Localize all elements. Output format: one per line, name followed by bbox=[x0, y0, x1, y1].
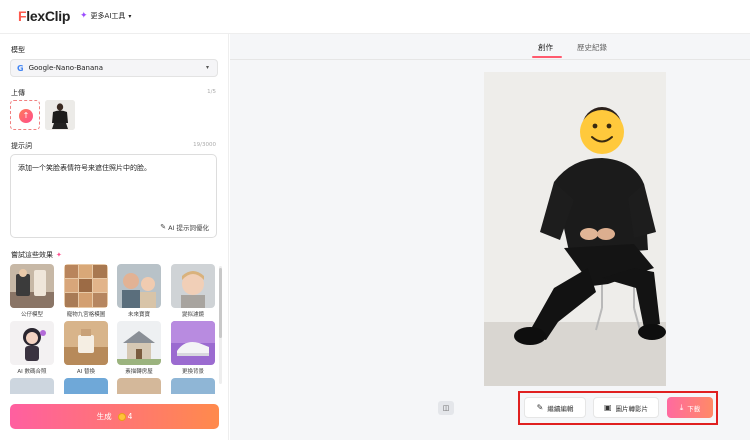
model-select[interactable]: G Google-Nano-Banana ▾ bbox=[10, 59, 218, 77]
tab-create[interactable]: 創作 bbox=[538, 42, 553, 53]
generate-label: 生成 bbox=[96, 412, 112, 421]
effect-thumbnail bbox=[64, 264, 108, 308]
effect-thumbnail bbox=[117, 264, 161, 308]
effects-scrollbar[interactable] bbox=[219, 266, 222, 384]
effect-card[interactable]: 公仔模型 bbox=[10, 264, 54, 318]
effect-thumbnail bbox=[117, 321, 161, 365]
effect-card[interactable]: 更換背景 bbox=[171, 321, 215, 375]
coin-icon bbox=[117, 412, 126, 421]
result-image[interactable] bbox=[484, 72, 666, 386]
upload-icon: ↑ bbox=[19, 109, 33, 123]
effect-card[interactable]: 未來寶寶 bbox=[117, 264, 161, 318]
google-icon: G bbox=[17, 63, 24, 73]
effects-title: 嘗試這些效果 ✦ bbox=[11, 251, 62, 259]
prompt-text: 添加一个笑脸表情符号来遮住照片中的脸。 bbox=[18, 164, 151, 172]
optimize-label: AI 提示詞優化 bbox=[168, 224, 209, 232]
effect-card[interactable] bbox=[64, 378, 108, 394]
generate-button[interactable]: 生成 4 bbox=[10, 404, 219, 429]
upload-label: 上傳 bbox=[11, 89, 25, 97]
prompt-label: 提示詞 bbox=[11, 142, 32, 150]
effect-thumbnail bbox=[64, 378, 108, 394]
active-tab-indicator bbox=[532, 56, 562, 58]
chevron-down-icon: ▾ bbox=[128, 12, 132, 20]
more-ai-tools-menu[interactable]: ✦ 更多AI工具 ▾ bbox=[80, 11, 131, 21]
ai-prompt-optimize-button[interactable]: ✎ AI 提示詞優化 bbox=[160, 222, 209, 232]
effect-thumbnail bbox=[10, 321, 54, 365]
main-area: 創作 歷史紀錄 ◫ bbox=[230, 34, 750, 440]
upload-button[interactable]: ↑ bbox=[10, 100, 40, 130]
sparkle-icon: ✦ bbox=[56, 251, 62, 259]
effect-thumbnail bbox=[10, 378, 54, 394]
compare-icon[interactable]: ◫ bbox=[438, 401, 454, 415]
more-ai-tools-label: 更多AI工具 bbox=[90, 12, 126, 20]
effect-card[interactable]: 變拟濾鏡 bbox=[171, 264, 215, 318]
effect-thumbnail bbox=[64, 321, 108, 365]
model-select-value: Google-Nano-Banana bbox=[28, 64, 103, 72]
scrollbar-thumb[interactable] bbox=[219, 268, 222, 338]
effect-card[interactable]: AI 替換 bbox=[64, 321, 108, 375]
top-bar: FlexClip ✦ 更多AI工具 ▾ bbox=[0, 0, 750, 34]
effect-thumbnail bbox=[171, 264, 215, 308]
flexclip-logo[interactable]: FlexClip bbox=[18, 8, 70, 24]
image-to-video-button[interactable]: ▣ 圖片轉影片 bbox=[593, 397, 659, 418]
effect-thumbnail bbox=[10, 264, 54, 308]
sparkle-icon: ✦ bbox=[80, 11, 88, 21]
effect-card[interactable] bbox=[117, 378, 161, 394]
effect-card[interactable] bbox=[10, 378, 54, 394]
effect-thumbnail bbox=[117, 378, 161, 394]
effect-card[interactable]: AI 數碼合照 bbox=[10, 321, 54, 375]
prompt-count: 19/3000 bbox=[193, 142, 216, 148]
continue-edit-button[interactable]: ✎ 繼續編輯 bbox=[524, 397, 586, 418]
download-icon: ⤓ bbox=[679, 402, 684, 412]
prompt-textarea[interactable]: 添加一个笑脸表情符号来遮住照片中的脸。 ✎ AI 提示詞優化 bbox=[10, 154, 217, 238]
effect-thumbnail bbox=[171, 321, 215, 365]
generate-cost: 4 bbox=[127, 412, 133, 421]
tab-bar: 創作 歷史紀錄 bbox=[230, 34, 750, 60]
effect-card[interactable] bbox=[171, 378, 215, 394]
download-button[interactable]: ⤓ 下載 bbox=[667, 397, 713, 418]
magic-wand-icon: ✎ bbox=[160, 223, 167, 231]
effects-grid: 公仔模型 寵物九宮格模圖 未來寶寶 變拟濾鏡 AI 數碼合照 AI 替換 素描轉… bbox=[10, 264, 215, 394]
model-label: 模型 bbox=[11, 46, 25, 54]
chevron-down-icon: ▾ bbox=[205, 64, 209, 71]
tab-history[interactable]: 歷史紀錄 bbox=[577, 42, 607, 53]
pen-icon: ✎ bbox=[536, 403, 544, 412]
app-root: FlexClip ✦ 更多AI工具 ▾ 模型 G Google-Nano-Ban… bbox=[0, 0, 750, 440]
video-icon: ▣ bbox=[603, 403, 612, 412]
left-panel: 模型 G Google-Nano-Banana ▾ 上傳 1/5 ↑ 提示詞 1… bbox=[0, 34, 229, 440]
upload-count: 1/5 bbox=[207, 89, 216, 95]
effect-card[interactable]: 素描轉房屋 bbox=[117, 321, 161, 375]
effect-thumbnail bbox=[171, 378, 215, 394]
uploaded-image-thumbnail[interactable] bbox=[45, 100, 75, 130]
effect-card[interactable]: 寵物九宮格模圖 bbox=[64, 264, 108, 318]
